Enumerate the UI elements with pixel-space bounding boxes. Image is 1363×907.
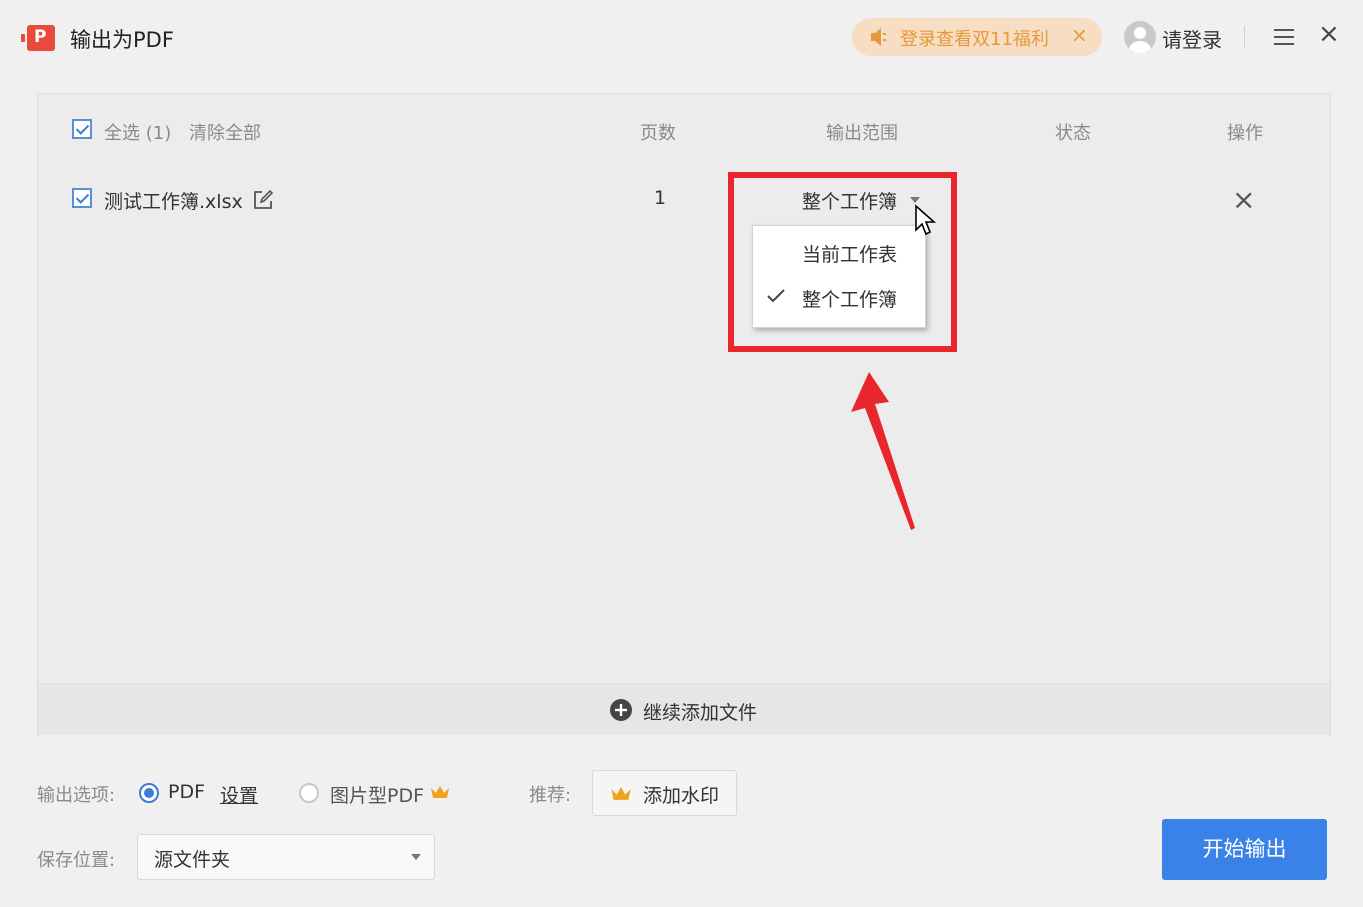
pdf-radio-label[interactable]: PDF — [168, 781, 205, 803]
select-all-checkbox[interactable] — [72, 119, 92, 139]
file-name: 测试工作簿.xlsx — [104, 191, 243, 213]
column-header-pages: 页数 — [640, 123, 676, 144]
add-circle-icon[interactable] — [609, 698, 633, 722]
image-pdf-radio-label[interactable]: 图片型PDF — [330, 781, 424, 808]
hamburger-menu-icon[interactable] — [1274, 29, 1294, 45]
titlebar-divider — [1244, 26, 1245, 48]
close-window-icon[interactable]: × — [1318, 19, 1340, 49]
output-options-label: 输出选项: — [37, 785, 116, 806]
pdf-settings-link[interactable]: 设置 — [220, 781, 258, 808]
annotation-arrow — [851, 372, 915, 530]
add-more-files-link[interactable]: 继续添加文件 — [643, 698, 757, 725]
promo-close-icon[interactable]: × — [1071, 23, 1088, 47]
speaker-icon — [871, 28, 886, 46]
edit-icon[interactable] — [252, 189, 274, 211]
image-pdf-radio[interactable] — [299, 783, 319, 803]
start-export-button[interactable]: 开始输出 — [1162, 819, 1327, 880]
crown-icon — [611, 787, 631, 800]
pdf-radio[interactable] — [139, 783, 159, 803]
column-header-range: 输出范围 — [826, 123, 898, 144]
crown-icon — [431, 786, 449, 798]
column-header-status: 状态 — [1055, 123, 1091, 144]
remove-file-icon[interactable]: × — [1232, 183, 1255, 216]
save-location-value[interactable]: 源文件夹 — [154, 845, 230, 872]
window-title: 输出为PDF — [70, 28, 174, 52]
save-location-label: 保存位置: — [37, 850, 116, 871]
add-watermark-label[interactable]: 添加水印 — [643, 781, 719, 808]
clear-all-link[interactable]: 清除全部 — [189, 119, 261, 145]
annotation-highlight-box — [728, 172, 957, 352]
promo-text: 登录查看双11福利 — [900, 29, 1049, 50]
recommend-label: 推荐: — [529, 785, 572, 806]
chevron-down-icon[interactable] — [411, 853, 421, 861]
app-logo-icon: P — [21, 25, 55, 51]
column-header-action: 操作 — [1227, 123, 1263, 144]
file-page-count: 1 — [654, 187, 667, 209]
select-all-label[interactable]: 全选 (1) — [104, 119, 171, 145]
login-link[interactable]: 请登录 — [1162, 24, 1222, 53]
avatar-icon[interactable] — [1124, 21, 1156, 53]
file-row-checkbox[interactable] — [72, 188, 92, 208]
